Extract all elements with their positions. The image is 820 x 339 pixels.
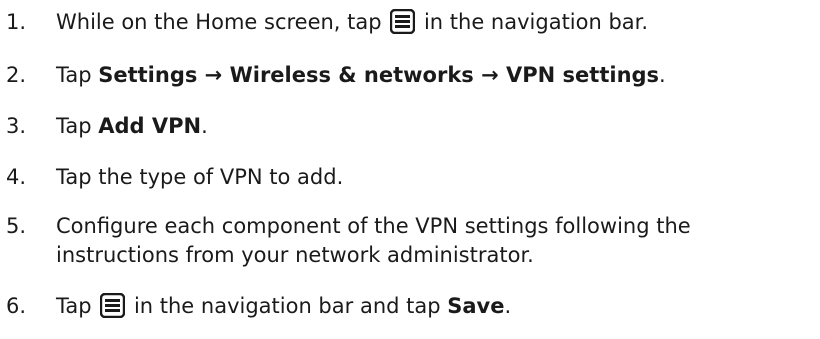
arrow-icon: →: [197, 63, 230, 87]
menu-icon: [100, 293, 126, 318]
step-text-line-2: instructions from your network administr…: [56, 243, 534, 267]
step-2: 2. Tap Settings → Wireless & networks → …: [6, 61, 816, 90]
step-number: 5.: [6, 214, 27, 238]
step-number: 6.: [6, 294, 27, 318]
step-3: 3. Tap Add VPN.: [6, 112, 816, 141]
step-4: 4. Tap the type of VPN to add.: [6, 163, 816, 192]
step-number: 2.: [6, 63, 27, 87]
step-text-suffix: .: [659, 63, 666, 87]
save-label: Save: [447, 294, 505, 318]
step-text-prefix: Tap: [56, 114, 99, 138]
step-text-suffix: .: [201, 114, 208, 138]
step-text-before: While on the Home screen, tap: [56, 10, 382, 34]
step-5: 5. Configure each component of the VPN s…: [6, 212, 816, 270]
settings-label: Settings: [98, 63, 198, 87]
step-number: 3.: [6, 114, 27, 138]
step-text: Tap the type of VPN to add.: [56, 165, 344, 189]
arrow-icon: →: [473, 63, 507, 87]
vpn-settings-label: VPN settings: [506, 63, 660, 87]
step-text-line-1: Configure each component of the VPN sett…: [56, 214, 691, 238]
step-6: 6. Tap in the navigation bar and tap Sav…: [6, 292, 816, 321]
step-number: 1.: [6, 10, 27, 34]
step-number: 4.: [6, 165, 27, 189]
add-vpn-label: Add VPN: [98, 114, 202, 138]
menu-icon: [390, 9, 416, 34]
step-text-suffix: .: [504, 294, 512, 318]
step-text: Tap in the navigation bar and tap Save.: [56, 292, 816, 321]
step-text-after: in the navigation bar.: [423, 10, 649, 34]
step-text: Tap Add VPN.: [56, 112, 816, 141]
step-text-before: Tap: [56, 294, 92, 318]
step-text-middle: in the navigation bar and tap: [133, 294, 448, 318]
step-text: While on the Home screen, tap in the nav…: [56, 8, 816, 37]
step-text: Tap Settings → Wireless & networks → VPN…: [56, 61, 816, 90]
step-text: Configure each component of the VPN sett…: [56, 212, 816, 270]
wireless-networks-label: Wireless & networks: [229, 63, 474, 87]
step-1: 1. While on the Home screen, tap in the …: [6, 8, 816, 37]
step-text-prefix: Tap: [56, 63, 99, 87]
